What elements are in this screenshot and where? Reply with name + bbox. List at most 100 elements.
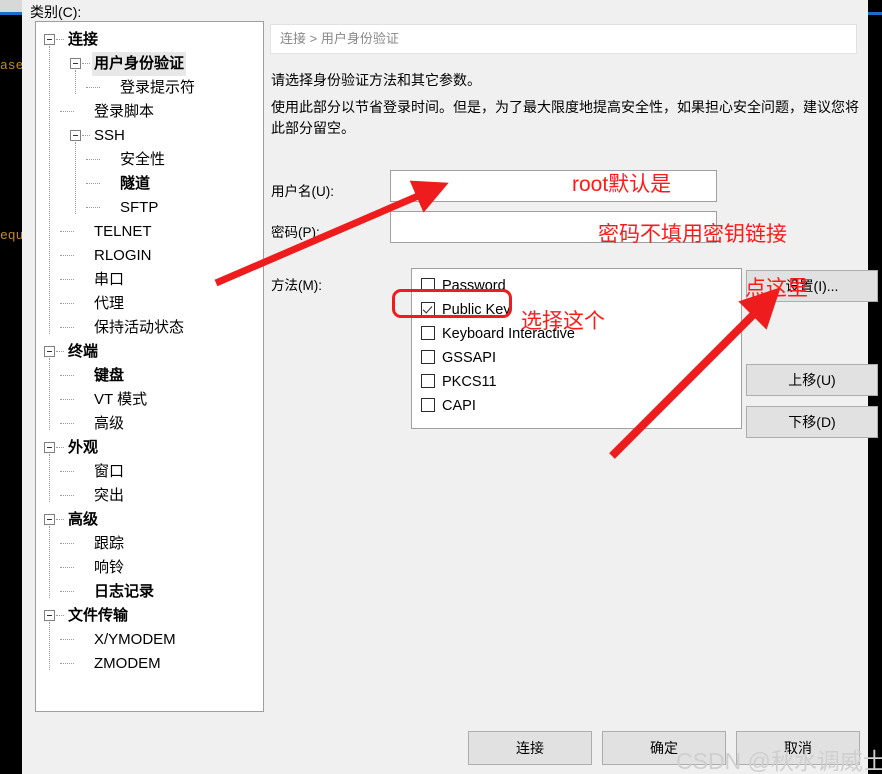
tree-item-label: TELNET [94,223,152,240]
move-up-button[interactable]: 上移(U) [746,364,878,396]
tree-item-label: 登录脚本 [94,103,155,120]
tree-item[interactable]: RLOGIN [36,244,263,268]
tree-item-label: 外观 [68,439,99,456]
tree-item-label: 隧道 [120,175,151,192]
tree-item[interactable]: 高级 [36,412,263,436]
tree-connector [56,615,64,616]
tree-item[interactable]: 登录提示符 [36,76,263,100]
tree-item-label: 突出 [94,487,125,504]
tree-connector [82,135,90,136]
tree-connector [60,471,74,472]
tree-item[interactable]: SSH [36,124,263,148]
checkbox-icon[interactable] [421,374,435,388]
tree-item[interactable]: 跟踪 [36,532,263,556]
tree-expander-icon[interactable] [70,130,81,141]
tree-guide-line [49,454,50,502]
tree-connector [56,351,64,352]
move-down-button[interactable]: 下移(D) [746,406,878,438]
tree-item-label: 窗口 [94,463,125,480]
tree-item[interactable]: 用户身份验证 [36,52,263,76]
tree-expander-icon[interactable] [44,514,55,525]
terminal-accent-line-right [868,12,882,15]
tree-item[interactable]: 隧道 [36,172,263,196]
tree-guide-line [75,142,76,214]
method-label: 方法(M): [271,278,322,293]
watermark: CSDN @秋水调威士忌 [676,748,882,774]
tree-item[interactable]: 安全性 [36,148,263,172]
tree-expander-icon[interactable] [44,346,55,357]
tree-item-label: 代理 [94,295,125,312]
tree-item-label: 文件传输 [68,607,129,624]
terminal-titlebar-left [0,0,22,12]
tree-connector [56,519,64,520]
tree-item[interactable]: 窗口 [36,460,263,484]
annotation-properties-note: 点这里 [745,277,808,300]
annotation-password-note: 密码不填用密钥链接 [598,223,787,246]
breadcrumb: 连接 > 用户身份验证 [270,24,857,54]
tree-item-label: RLOGIN [94,247,152,264]
tree-item[interactable]: 日志记录 [36,580,263,604]
tree-guide-line [75,70,76,94]
tree-guide-line [49,46,50,334]
checkbox-icon[interactable] [421,398,435,412]
tree-item[interactable]: 文件传输 [36,604,263,628]
tree-expander-icon[interactable] [70,58,81,69]
tree-item[interactable]: 键盘 [36,364,263,388]
session-options-dialog: 类别(C): 连接 用户身份验证 登录提示符 登录脚本 SSH 安全性 隧道 SFTP TELN… [22,0,878,774]
connect-button[interactable]: 连接 [468,731,592,765]
description-line-2: 使用此部分以节省登录时间。但是，为了最大限度地提高安全性，如果担心安全问题，建议… [271,99,859,136]
method-checkbox-row[interactable]: GSSAPI [421,347,496,369]
tree-connector [60,423,74,424]
tree-item[interactable]: 代理 [36,292,263,316]
tree-item[interactable]: X/YMODEM [36,628,263,652]
tree-connector [86,87,100,88]
tree-connector [60,375,74,376]
tree-connector [60,399,74,400]
tree-connector [60,495,74,496]
tree-item[interactable]: 登录脚本 [36,100,263,124]
tree-item[interactable]: 响铃 [36,556,263,580]
checkbox-icon[interactable] [421,326,435,340]
tree-item[interactable]: TELNET [36,220,263,244]
category-tree[interactable]: 连接用户身份验证登录提示符登录脚本 SSH 安全性隧道 SFTP TELNET RLOGI… [35,21,264,712]
tree-expander-icon[interactable] [44,442,55,453]
tree-item[interactable]: 串口 [36,268,263,292]
tree-connector [56,39,64,40]
tree-item[interactable]: SFTP [36,196,263,220]
terminal-text-fragment-2: equ [0,228,24,243]
tree-item[interactable]: VT 模式 [36,388,263,412]
tree-item-label: ZMODEM [94,655,161,672]
checkbox-icon[interactable] [421,350,435,364]
tree-connector [86,183,100,184]
method-checkbox-row[interactable]: CAPI [421,395,476,417]
tree-item-label: 连接 [68,31,99,48]
tree-connector [86,207,100,208]
tree-connector [56,447,64,448]
category-label: 类别(C): [30,4,82,20]
tree-connector [60,591,74,592]
tree-item[interactable]: 终端 [36,340,263,364]
terminal-text-fragment-1: ase [0,58,24,73]
tree-item[interactable]: 保持活动状态 [36,316,263,340]
method-label-text: CAPI [442,398,476,414]
tree-item[interactable]: 突出 [36,484,263,508]
tree-item[interactable]: 连接 [36,28,263,52]
tree-item-label: 高级 [68,511,99,528]
method-label-text: PKCS11 [442,374,497,390]
tree-item-label: 响铃 [94,559,125,576]
background-terminal-left: ase equ [0,0,24,774]
tree-item[interactable]: 外观 [36,436,263,460]
tree-connector [60,111,74,112]
tree-connector [60,255,74,256]
tree-item-label: 终端 [68,343,99,360]
tree-guide-line [49,622,50,670]
method-checkbox-row[interactable]: PKCS11 [421,371,497,393]
tree-expander-icon[interactable] [44,610,55,621]
method-label-text: GSSAPI [442,350,496,366]
tree-expander-icon[interactable] [44,34,55,45]
tree-item[interactable]: 高级 [36,508,263,532]
tree-item-label: 保持活动状态 [94,319,185,336]
tree-item-label: 登录提示符 [120,79,196,96]
description-line-1: 请选择身份验证方法和其它参数。 [271,72,481,88]
tree-item[interactable]: ZMODEM [36,652,263,676]
